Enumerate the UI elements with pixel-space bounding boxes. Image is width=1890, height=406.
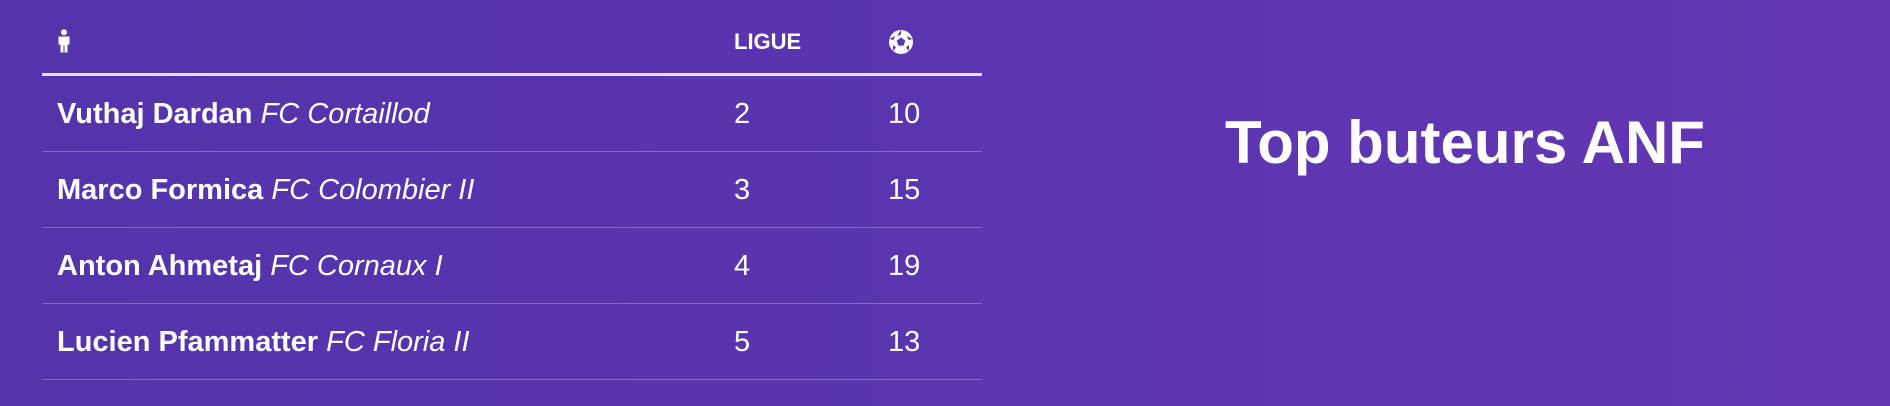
league-cell: 3 <box>734 174 751 206</box>
player-club: FC Floria II <box>326 326 470 358</box>
league-cell: 2 <box>734 98 751 130</box>
page-title: Top buteurs ANF <box>1225 109 1705 176</box>
table-row: Anton Ahmetaj FC Cornaux I 4 19 <box>42 228 982 304</box>
player-cell: Anton Ahmetaj FC Cornaux I <box>57 248 443 284</box>
soccer-ball-icon <box>888 29 914 55</box>
player-club: FC Cortaillod <box>260 98 430 130</box>
player-club: FC Colombier II <box>271 174 475 206</box>
person-icon <box>57 29 71 53</box>
player-name: Marco Formica <box>57 174 264 206</box>
goals-cell: 15 <box>888 174 921 206</box>
player-name: Anton Ahmetaj <box>57 250 263 282</box>
column-header-league: LIGUE <box>734 29 802 54</box>
player-name: Lucien Pfammatter <box>57 326 319 358</box>
table-row: Vuthaj Dardan FC Cortaillod 2 10 <box>42 76 982 152</box>
league-cell: 5 <box>734 326 751 358</box>
goals-cell: 19 <box>888 250 921 282</box>
player-cell: Vuthaj Dardan FC Cortaillod <box>57 96 430 132</box>
player-name: Vuthaj Dardan <box>57 98 253 130</box>
table-row: Lucien Pfammatter FC Floria II 5 13 <box>42 304 982 380</box>
player-club: FC Cornaux I <box>270 250 443 282</box>
league-cell: 4 <box>734 250 751 282</box>
player-cell: Lucien Pfammatter FC Floria II <box>57 324 470 360</box>
player-cell: Marco Formica FC Colombier II <box>57 172 474 208</box>
goals-cell: 13 <box>888 326 921 358</box>
goals-cell: 10 <box>888 98 921 130</box>
scorers-table: LIGUE Vuthaj Dardan FC Cortaillod 2 10 M… <box>42 0 982 380</box>
table-header: LIGUE <box>42 0 982 76</box>
table-row: Marco Formica FC Colombier II 3 15 <box>42 152 982 228</box>
